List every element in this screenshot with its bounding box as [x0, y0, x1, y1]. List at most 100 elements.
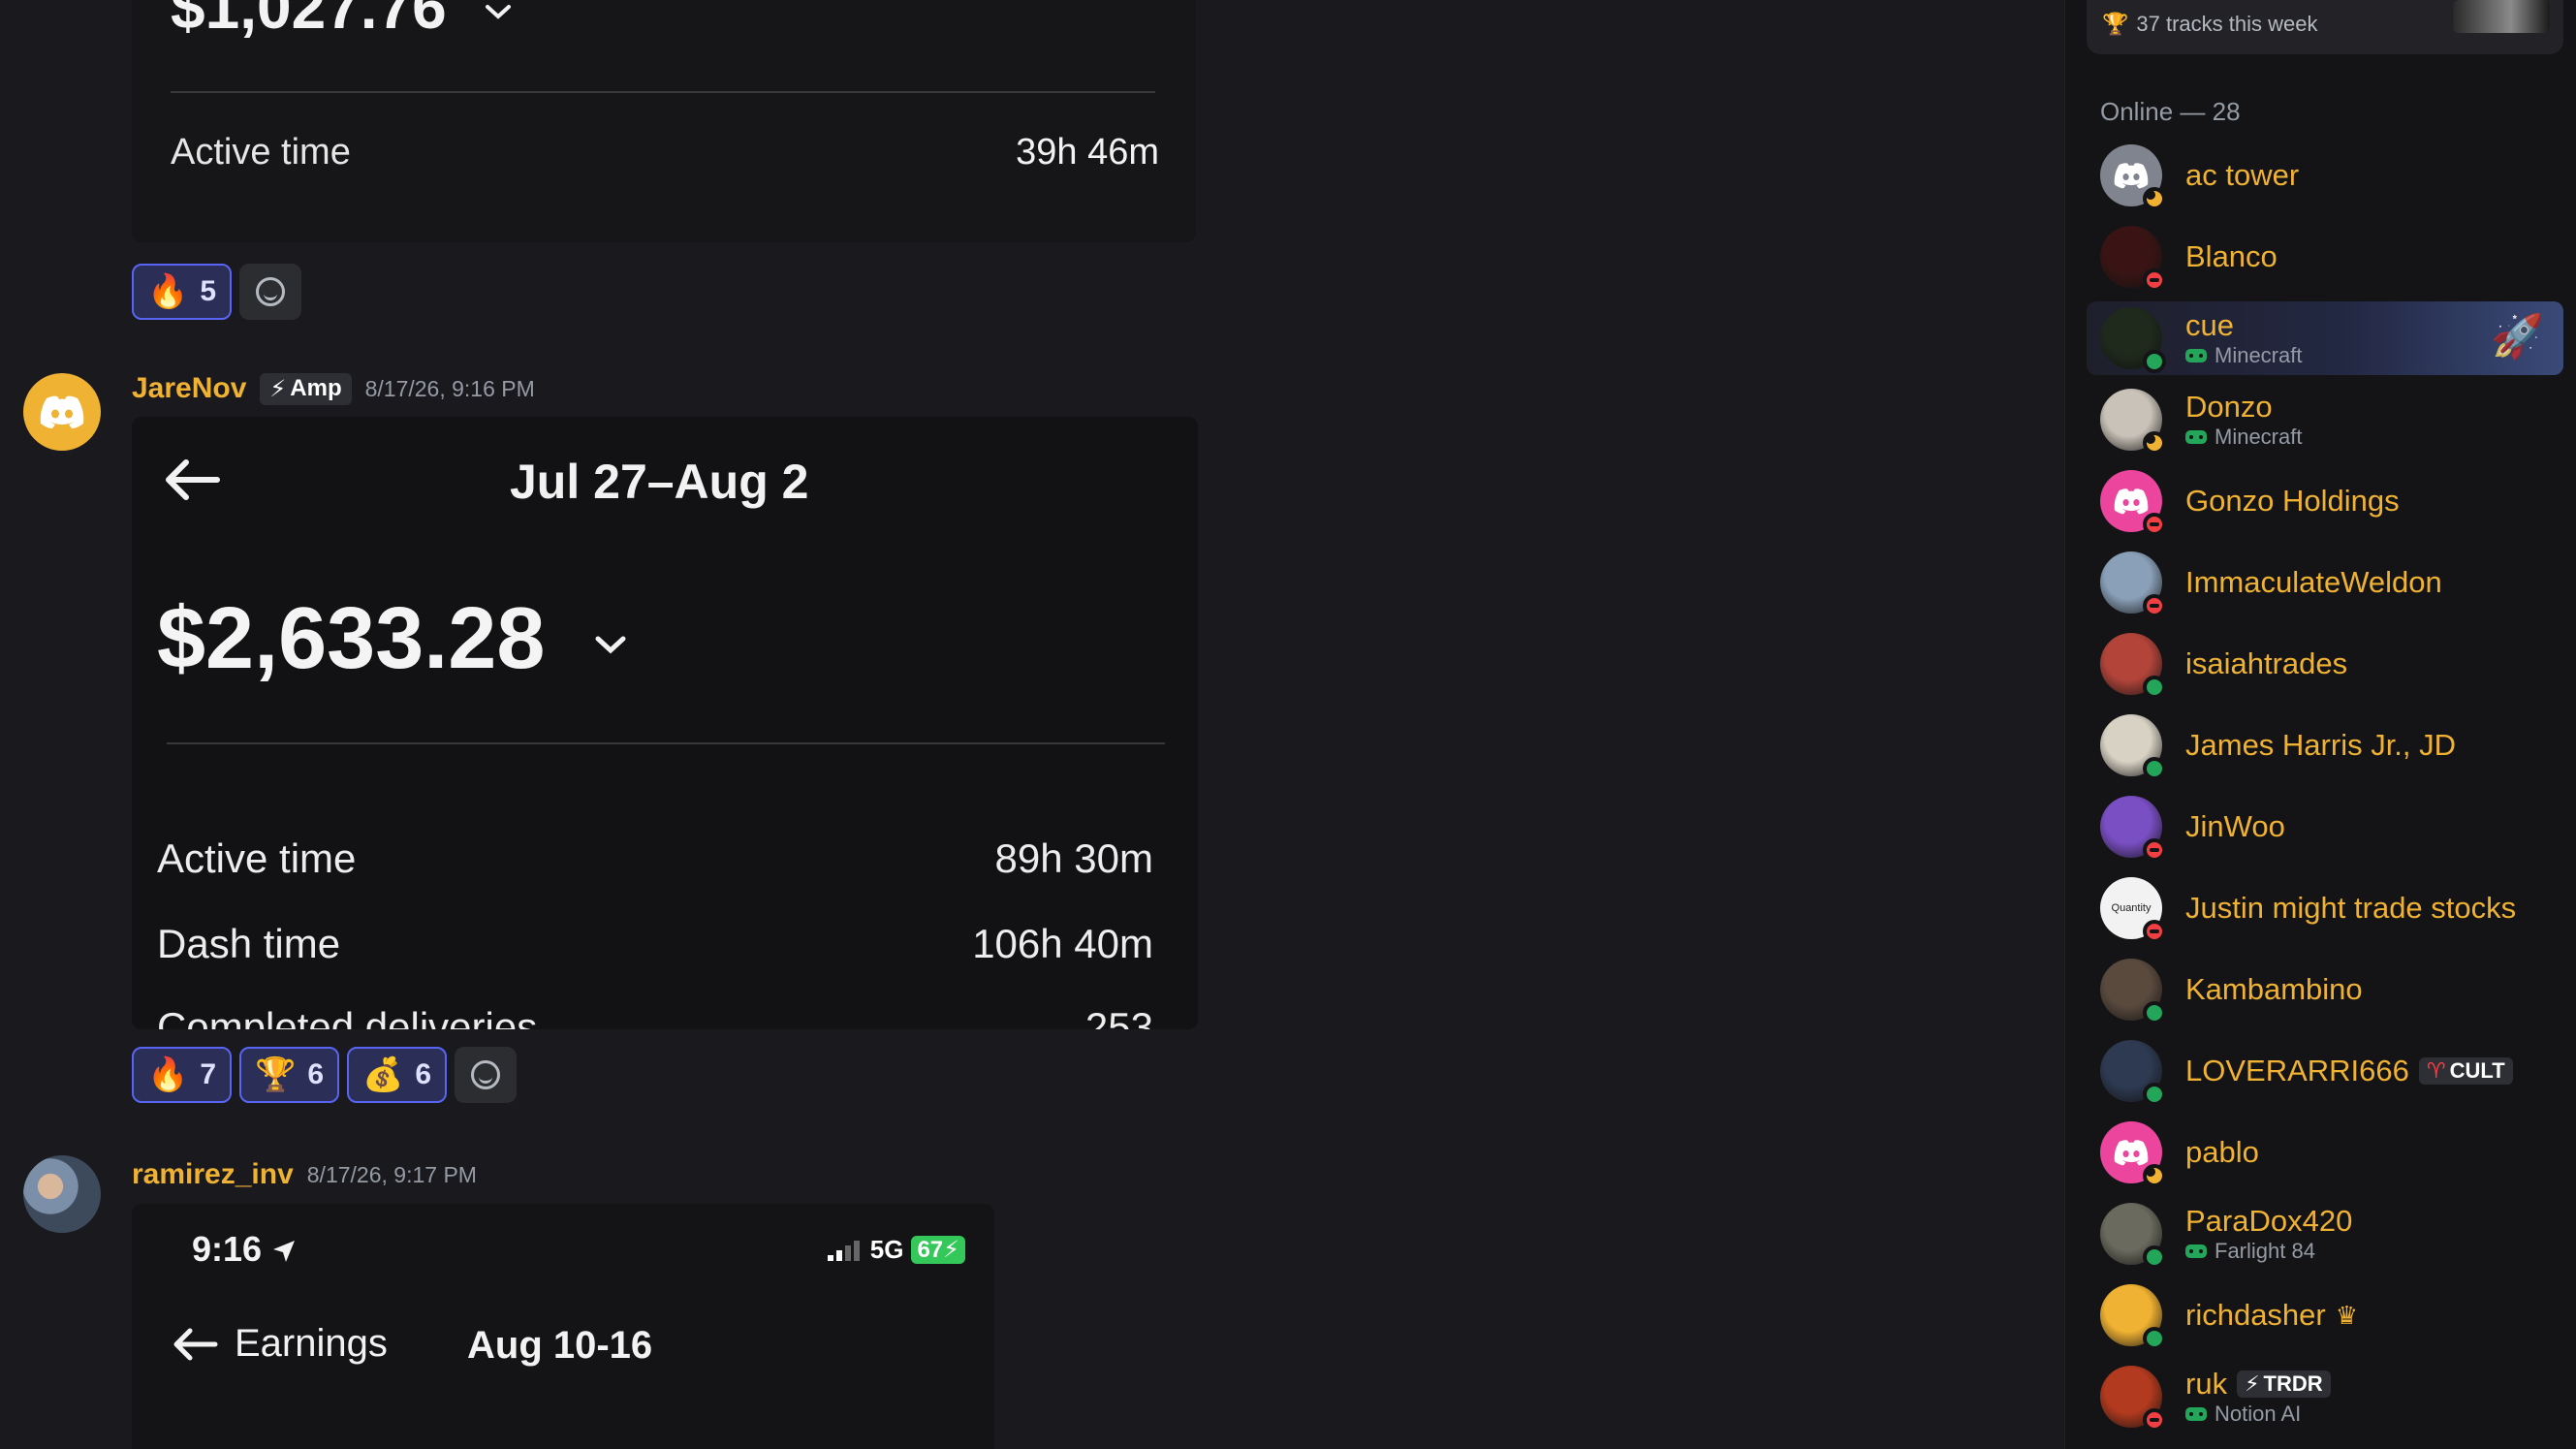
- earnings-screenshot-3[interactable]: 9:16 5G 67⚡ Earnings Aug 10-16: [132, 1204, 994, 1449]
- member-activity: Minecraft: [2185, 425, 2302, 450]
- stat-value: 253: [1084, 1004, 1153, 1029]
- reaction-fire[interactable]: 🔥 7: [132, 1047, 233, 1103]
- phone-status-bar: 5G 67⚡: [826, 1235, 965, 1265]
- status-dnd-icon: [2143, 1408, 2166, 1432]
- earnings-screenshot-2[interactable]: Jul 27–Aug 2 $2,633.28 Active time 89h 3…: [132, 417, 1198, 1029]
- date-range: Aug 10-16: [467, 1324, 653, 1367]
- gamepad-icon: [2185, 430, 2207, 444]
- activity-line: 🏆 37 tracks this week: [2102, 12, 2317, 37]
- member-name-row: ImmaculateWeldon: [2185, 565, 2442, 600]
- stat-row: Completed deliveries 253: [157, 1004, 1153, 1029]
- member-item[interactable]: JinWoo: [2100, 790, 2556, 864]
- member-item[interactable]: Kambambino: [2100, 953, 2556, 1026]
- reaction-money-bag[interactable]: 💰 6: [347, 1047, 448, 1103]
- member-item[interactable]: cue Minecraft 🚀: [2087, 301, 2563, 375]
- member-item[interactable]: isaiahtrades: [2100, 627, 2556, 701]
- gamepad-icon: [2185, 1244, 2207, 1258]
- avatar-text: Quantity: [2111, 902, 2152, 914]
- member-name: Justin might trade stocks: [2185, 891, 2517, 925]
- server-activity-card[interactable]: 🏆 37 tracks this week: [2087, 0, 2563, 54]
- username[interactable]: JareNov: [132, 372, 246, 405]
- member-name-row: isaiahtrades: [2185, 646, 2347, 681]
- activity-thumbnail: [2453, 0, 2550, 33]
- member-text: LOVERARRI666 ♈ CULT: [2185, 1054, 2513, 1088]
- discord-logo-icon: [2114, 1140, 2149, 1166]
- status-online-icon: [2143, 676, 2166, 699]
- member-name-row: ruk ⚡ TRDR: [2185, 1367, 2331, 1402]
- member-item[interactable]: pablo: [2100, 1116, 2556, 1189]
- member-text: pablo: [2185, 1135, 2259, 1170]
- status-online-icon: [2143, 1001, 2166, 1024]
- gamepad-icon: [2185, 349, 2207, 362]
- member-name: isaiahtrades: [2185, 646, 2348, 680]
- member-name-row: LOVERARRI666 ♈ CULT: [2185, 1054, 2513, 1088]
- member-list: 🏆 37 tracks this week Online — 28 ac tow…: [2064, 0, 2576, 1449]
- trophy-icon: 🏆: [255, 1056, 297, 1093]
- stat-value: 106h 40m: [972, 921, 1153, 966]
- avatar: [2100, 1203, 2166, 1269]
- member-item[interactable]: LOVERARRI666 ♈ CULT: [2100, 1034, 2556, 1108]
- member-name-row: pablo: [2185, 1135, 2259, 1170]
- earnings-screenshot-1[interactable]: $1,027.76 Active time 39h 46m: [132, 0, 1196, 242]
- member-name-row: JinWoo: [2185, 809, 2285, 844]
- member-name-row: richdasher ♛: [2185, 1298, 2358, 1333]
- member-text: Blanco: [2185, 239, 2278, 274]
- location-arrow-icon: [273, 1241, 296, 1263]
- status-online-icon: [2143, 1245, 2166, 1269]
- avatar[interactable]: [23, 1155, 101, 1233]
- avatar: [2100, 1121, 2166, 1187]
- username[interactable]: ramirez_inv: [132, 1158, 294, 1191]
- member-name: Gonzo Holdings: [2185, 484, 2400, 518]
- member-item[interactable]: James Harris Jr., JD: [2100, 709, 2556, 782]
- avatar: [2100, 1040, 2166, 1106]
- stat-label: Active time: [171, 132, 351, 173]
- member-item[interactable]: ParaDox420 Farlight 84: [2100, 1197, 2556, 1271]
- discord-logo-icon: [40, 395, 84, 428]
- member-item[interactable]: ruk ⚡ TRDR Notion AI: [2100, 1360, 2556, 1433]
- back-arrow-icon: [173, 1328, 218, 1360]
- member-item[interactable]: ac tower: [2100, 139, 2556, 212]
- reaction-fire[interactable]: 🔥 5: [132, 264, 233, 320]
- divider: [167, 742, 1165, 744]
- chevron-down-icon: [595, 636, 626, 654]
- server-tag[interactable]: ⚡ Amp: [260, 372, 352, 405]
- reaction-trophy[interactable]: 🏆 6: [239, 1047, 340, 1103]
- status-idle-icon: [2143, 1164, 2166, 1187]
- smiley-icon: [256, 277, 286, 306]
- member-item[interactable]: ImmaculateWeldon: [2100, 546, 2556, 619]
- online-header: Online — 28: [2100, 97, 2241, 126]
- member-item[interactable]: Gonzo Holdings: [2100, 464, 2556, 538]
- member-name: ac tower: [2185, 158, 2300, 192]
- status-online-icon: [2143, 350, 2166, 373]
- activity-name: Minecraft: [2215, 425, 2303, 449]
- stat-row: Dash time 106h 40m: [157, 921, 1153, 967]
- status-dnd-icon: [2143, 594, 2166, 617]
- divider: [171, 91, 1155, 93]
- member-item[interactable]: Donzo Minecraft: [2100, 383, 2556, 457]
- add-reaction-button[interactable]: [239, 264, 302, 320]
- lightning-icon: ⚡: [269, 375, 287, 402]
- member-text: James Harris Jr., JD: [2185, 728, 2456, 763]
- status-dnd-icon: [2143, 268, 2166, 292]
- timestamp: 8/17/26, 9:17 PM: [306, 1161, 477, 1187]
- reaction-count: 6: [307, 1058, 325, 1090]
- member-name-row: Gonzo Holdings: [2185, 484, 2400, 519]
- message-header: ramirez_inv 8/17/26, 9:17 PM: [132, 1158, 477, 1191]
- member-text: Donzo Minecraft: [2185, 390, 2302, 450]
- member-item[interactable]: Quantity Justin might trade stocks: [2100, 871, 2556, 945]
- member-item[interactable]: richdasher ♛: [2100, 1278, 2556, 1352]
- member-text: JinWoo: [2185, 809, 2285, 844]
- avatar: [2100, 144, 2166, 210]
- add-reaction-button[interactable]: [455, 1047, 518, 1103]
- nav-label: Earnings: [235, 1322, 388, 1365]
- activity-name: Farlight 84: [2215, 1239, 2315, 1263]
- chevron-down-icon: [485, 5, 511, 19]
- earnings-nav: Earnings: [171, 1322, 388, 1366]
- member-text: ac tower: [2185, 158, 2299, 193]
- avatar: [2100, 551, 2166, 617]
- avatar: [2100, 1366, 2166, 1432]
- avatar[interactable]: [23, 373, 101, 451]
- server-tag[interactable]: ♈ CULT: [2418, 1057, 2513, 1085]
- member-item[interactable]: Blanco: [2100, 220, 2556, 294]
- server-tag[interactable]: ⚡ TRDR: [2237, 1370, 2331, 1398]
